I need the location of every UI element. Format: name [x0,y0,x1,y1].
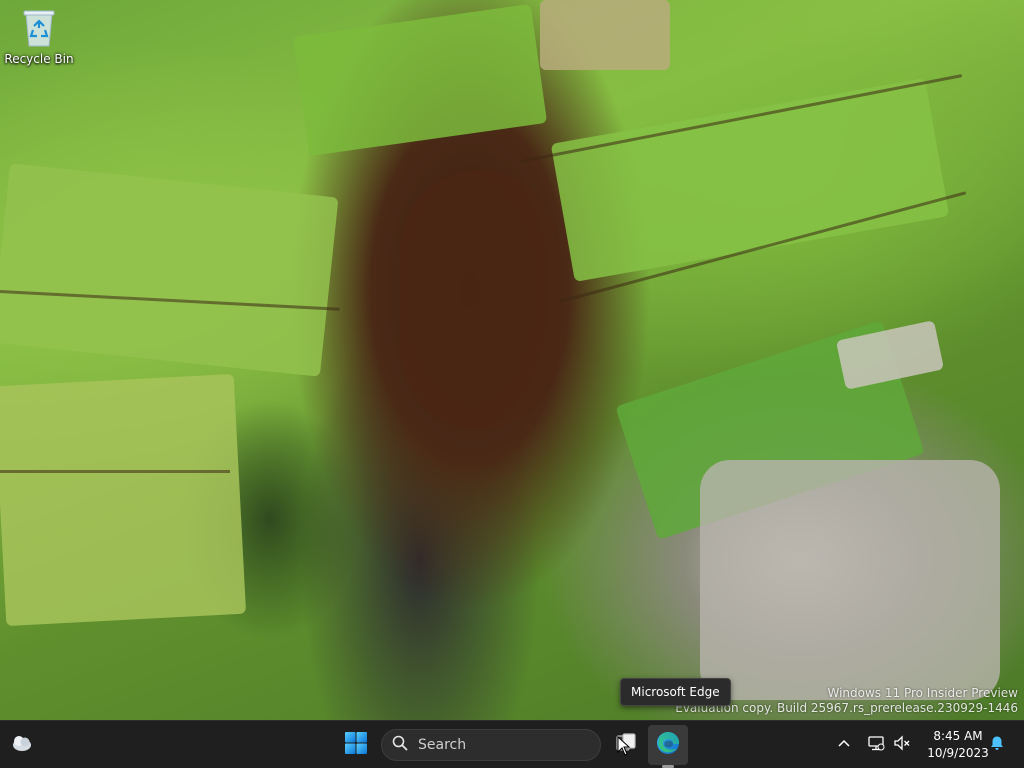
clock-date: 10/9/2023 [927,746,989,760]
wallpaper-field [292,3,548,157]
wallpaper-field [540,0,670,70]
network-button[interactable] [864,721,888,769]
widgets-button[interactable] [2,725,42,765]
desktop-icon-recycle-bin[interactable]: Recycle Bin [4,8,74,66]
taskbar-search-box[interactable]: Search [381,729,601,761]
chevron-up-icon [837,736,851,755]
edge-browser-icon [655,730,681,760]
desktop-icon-label: Recycle Bin [4,52,74,66]
network-icon [867,734,885,756]
weather-widget-icon [10,731,34,759]
windows-start-icon [344,731,368,759]
desktop-wallpaper: Recycle Bin Windows 11 Pro Insider Previ… [0,0,1024,720]
wallpaper-hedge [0,470,230,473]
wallpaper-woodland [400,170,560,430]
show-hidden-icons-button[interactable] [832,721,856,769]
notification-center-button[interactable] [986,721,1008,769]
system-clock[interactable]: 8:45 AM 10/9/2023 [920,728,996,762]
taskbar: Search 8:45 AM 10/9/2023 [0,720,1024,768]
recycle-bin-icon [22,8,56,48]
wallpaper-field [0,373,247,627]
edge-tooltip: Microsoft Edge [620,678,731,706]
volume-button[interactable] [890,721,914,769]
clock-time: 8:45 AM [933,729,983,743]
search-icon [392,735,408,755]
wallpaper-field [0,163,339,377]
notification-bell-icon [989,735,1005,755]
volume-muted-icon [893,734,911,756]
edge-taskbar-button[interactable] [648,725,688,765]
start-button[interactable] [336,725,376,765]
search-placeholder: Search [418,737,467,753]
wallpaper-town [700,460,1000,700]
